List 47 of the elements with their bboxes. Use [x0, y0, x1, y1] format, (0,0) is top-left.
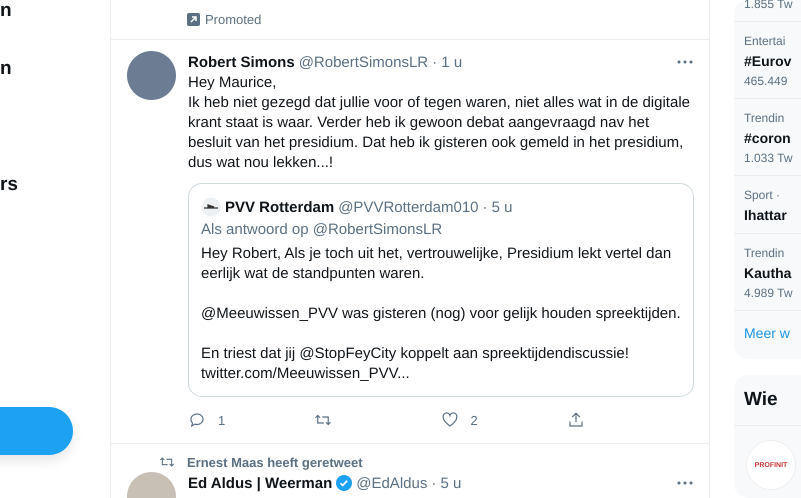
author-handle[interactable]: @EdAldus — [356, 474, 428, 492]
nav-item[interactable]: n — [0, 0, 12, 22]
trend-item[interactable]: Trendin #coron 1.033 Tw — [734, 99, 801, 176]
tweet-text: Hey Maurice, — [188, 73, 278, 93]
trend-item[interactable]: Sport · Ihattar — [734, 176, 801, 234]
trend-title: #coron — [744, 130, 792, 146]
airplane-icon — [201, 197, 221, 217]
trend-category: Trendin — [744, 246, 786, 260]
trend-title: #Eurov — [744, 53, 792, 69]
tweet-count: 1.033 Tw — [744, 151, 794, 165]
quoted-author-name: PVV Rotterdam — [225, 198, 334, 216]
promoted-label: Promoted — [205, 12, 262, 27]
author-name[interactable]: Ed Aldus | Weerman — [188, 474, 332, 492]
trend-category: Sport · — [744, 188, 782, 202]
promoted-icon — [187, 13, 200, 26]
trend-category: Entertai — [744, 34, 786, 48]
tweet-count: 4.989 Tw — [744, 286, 794, 300]
nav-item[interactable]: n — [0, 58, 12, 80]
quoted-text: En triest dat jij @StopFeyCity koppelt aan spreektijdendiscussie! twitter.com/Meeuwissen_PVV... — [201, 344, 630, 384]
retweeted-by[interactable]: Ernest Maas heeft geretweet — [187, 454, 363, 470]
more-icon[interactable] — [677, 60, 693, 64]
reply-icon[interactable] — [188, 411, 206, 429]
share-icon[interactable] — [566, 411, 585, 429]
trend-item[interactable]: Trendin Kautha 4.989 Tw — [734, 234, 801, 311]
tweet-count: 465.449 — [744, 74, 788, 88]
heart-icon[interactable] — [440, 411, 458, 429]
tweet-time: · 1 u — [432, 54, 462, 70]
more-icon[interactable] — [677, 481, 693, 485]
trend-title: Ihattar — [744, 207, 788, 223]
quoted-tweet[interactable] — [188, 183, 694, 397]
action-count: 2 — [470, 412, 478, 428]
author-name[interactable]: Robert Simons — [188, 54, 295, 70]
tweet-text: Ik heb niet gezegd dat jullie voor of tegen waren, niet alles wat in de digitale krant staat is waar. Verder heb ik gewoon debat aangevraagd nav het besluit van het presidium. Dat heb ik gisteren ook gemeld in het presidium, dus wat nou lekken...! — [188, 93, 691, 173]
reply-context: Als antwoord op @RobertSimonsLR — [201, 220, 444, 240]
nav-item[interactable]: rs — [0, 174, 18, 196]
trend-category: Trendin — [744, 111, 786, 125]
trend-title: Kautha — [744, 265, 792, 281]
avatar-photo-placeholder[interactable] — [127, 51, 176, 100]
author-handle[interactable]: @RobertSimonsLR — [298, 54, 428, 70]
card-title: Wie — [734, 375, 801, 426]
quoted-text: @Meeuwissen_PVV was gisteren (nog) voor gelijk houden spreektijden. — [201, 304, 681, 324]
trend-item[interactable]: Entertai #Eurov 465.449 — [734, 22, 801, 99]
action-count: 1 — [218, 412, 226, 428]
tweet-time: · 5 u — [431, 474, 462, 492]
quoted-text: Hey Robert, Als je toch uit het, vertrouwelijke, Presidium lekt vertel dan eerlijk wat de standpunten waren. — [201, 244, 672, 284]
quoted-author-handle: @PVVRotterdam010 — [338, 198, 478, 216]
quoted-time: · 5 u — [482, 198, 513, 216]
